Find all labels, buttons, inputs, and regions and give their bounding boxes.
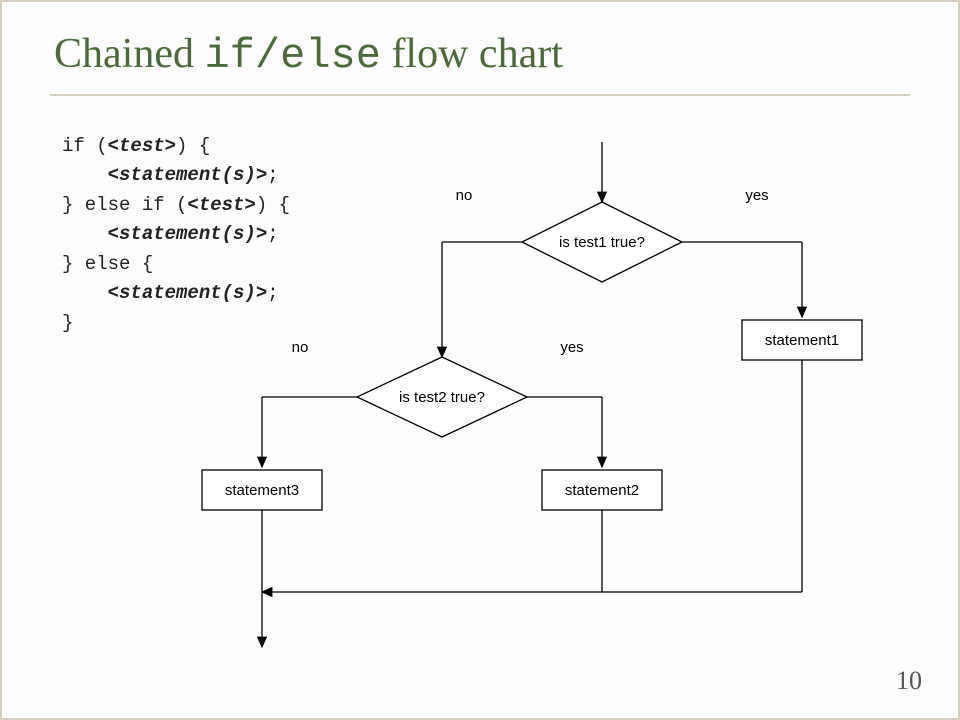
no-label-1: no: [456, 187, 473, 204]
stmt2-label: statement2: [565, 482, 639, 499]
title-mono-else: else: [280, 32, 381, 80]
code-line: } else {: [62, 253, 153, 275]
stmt3-label: statement3: [225, 482, 299, 499]
code-line: [62, 164, 108, 186]
title-mono-if: if: [204, 32, 254, 80]
title-text-pre: Chained: [54, 31, 204, 77]
code-line: }: [62, 312, 73, 334]
test1-label: is test1 true?: [559, 234, 645, 251]
title-text-post: flow chart: [381, 31, 563, 77]
slide-title: Chained if/else flow chart: [54, 30, 563, 80]
stmt1-label: statement1: [765, 332, 839, 349]
flowchart: is test1 true? yes statement1 no is test…: [182, 132, 942, 692]
test2-label: is test2 true?: [399, 389, 485, 406]
title-slash: /: [255, 32, 280, 80]
slide: Chained if/else flow chart if (<test>) {…: [0, 0, 960, 720]
code-line: if (: [62, 135, 108, 157]
no-label-2: no: [292, 339, 309, 356]
code-line: [62, 282, 108, 304]
yes-label-2: yes: [560, 339, 583, 356]
yes-label-1: yes: [745, 187, 768, 204]
code-line: [62, 223, 108, 245]
code-line: } else if (: [62, 194, 187, 216]
code-placeholder: <test>: [108, 135, 176, 157]
title-rule: [50, 94, 910, 96]
page-number: 10: [896, 666, 922, 696]
